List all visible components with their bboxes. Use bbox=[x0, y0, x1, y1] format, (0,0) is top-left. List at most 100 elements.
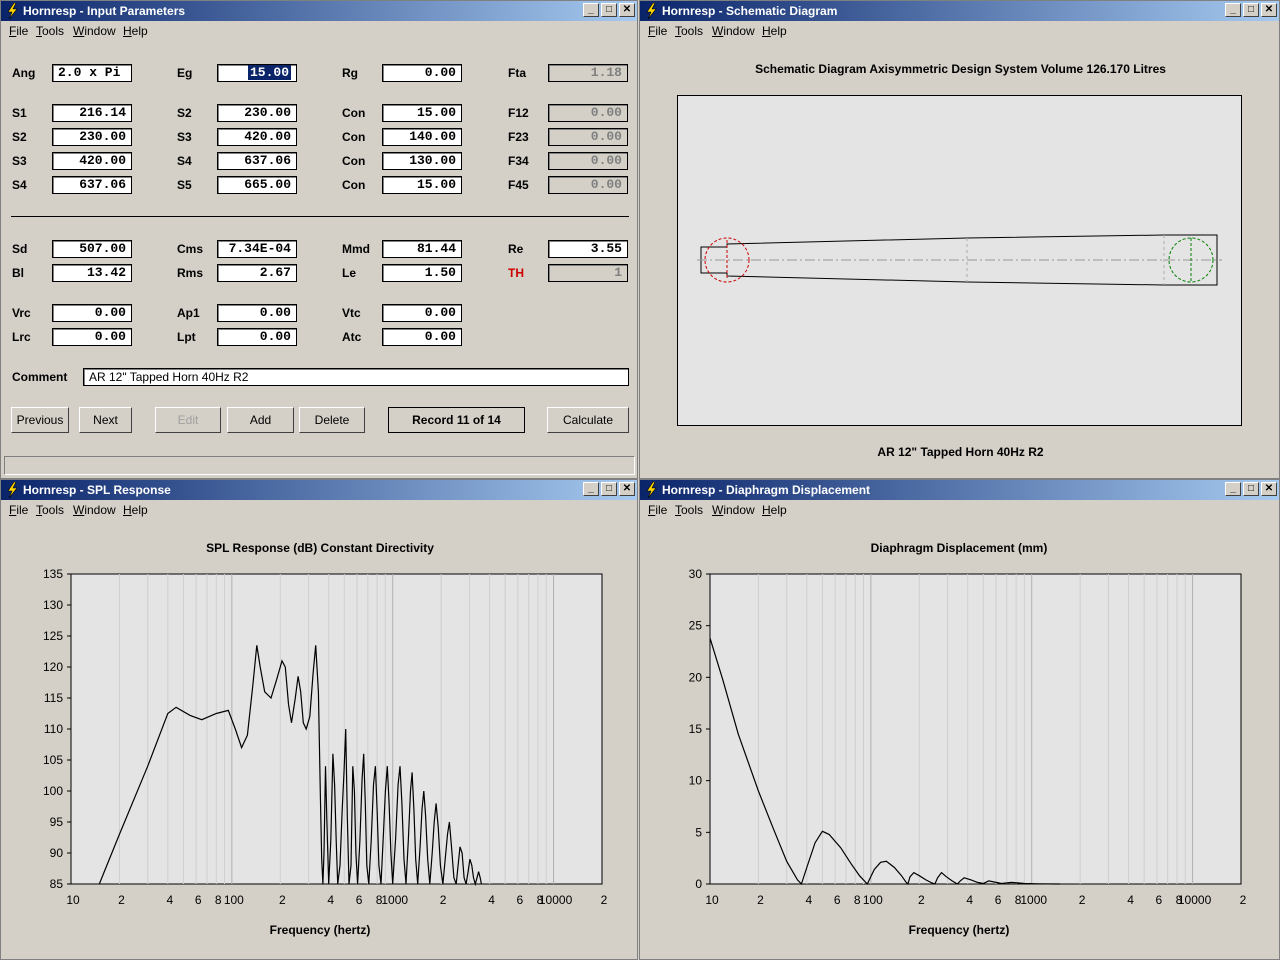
title-bar[interactable]: Hornresp - Input Parameters _ □ ✕ bbox=[1, 1, 637, 21]
calculate-button[interactable]: Calculate bbox=[547, 407, 629, 433]
param-field[interactable]: 1.18 bbox=[548, 64, 628, 82]
x-tick-label: 6 bbox=[995, 893, 1002, 907]
param-field[interactable]: 81.44 bbox=[382, 240, 462, 258]
menu-help[interactable]: Help bbox=[123, 24, 148, 38]
param-value: 230.00 bbox=[244, 105, 291, 120]
param-field[interactable]: 15.00 bbox=[382, 176, 462, 194]
param-field[interactable]: 2.0 x Pi bbox=[52, 64, 132, 82]
param-label: Sd bbox=[12, 242, 28, 256]
param-field[interactable]: 0.00 bbox=[548, 128, 628, 146]
add-button[interactable]: Add bbox=[227, 407, 294, 433]
param-value: 637.06 bbox=[244, 153, 291, 168]
param-field[interactable]: 15.00 bbox=[217, 64, 297, 82]
next-button[interactable]: Next bbox=[79, 407, 132, 433]
param-value: 130.00 bbox=[409, 153, 456, 168]
param-field[interactable]: 230.00 bbox=[52, 128, 132, 146]
param-label: Ap1 bbox=[177, 306, 200, 320]
param-field[interactable]: 0.00 bbox=[382, 64, 462, 82]
input-parameters-window: Hornresp - Input Parameters _ □ ✕ File T… bbox=[0, 0, 638, 479]
param-label: Bl bbox=[12, 266, 24, 280]
param-field[interactable]: 130.00 bbox=[382, 152, 462, 170]
x-tick-label: 4 bbox=[167, 893, 174, 907]
edit-button[interactable]: Edit bbox=[155, 407, 221, 433]
x-tick-label: 2 bbox=[757, 893, 764, 907]
param-value: 15.00 bbox=[247, 65, 291, 80]
y-tick-label: 85 bbox=[50, 877, 64, 891]
lightning-icon bbox=[646, 3, 657, 19]
menu-window[interactable]: Window bbox=[712, 24, 755, 38]
param-field[interactable]: 420.00 bbox=[52, 152, 132, 170]
menu-file[interactable]: File bbox=[648, 24, 667, 38]
param-label: Con bbox=[342, 178, 366, 192]
x-tick-label: 10 bbox=[66, 893, 80, 907]
maximize-button[interactable]: □ bbox=[1243, 3, 1259, 17]
param-field[interactable]: 13.42 bbox=[52, 264, 132, 282]
x-tick-label: 2 bbox=[1079, 893, 1086, 907]
param-label: F45 bbox=[508, 178, 529, 192]
param-field[interactable]: 637.06 bbox=[52, 176, 132, 194]
param-label: S4 bbox=[177, 154, 192, 168]
param-field[interactable]: 507.00 bbox=[52, 240, 132, 258]
close-button[interactable]: ✕ bbox=[619, 3, 635, 17]
param-field[interactable]: 0.00 bbox=[217, 328, 297, 346]
param-label: Cms bbox=[177, 242, 204, 256]
minimize-button[interactable]: _ bbox=[1225, 3, 1241, 17]
param-label: Rg bbox=[342, 66, 358, 80]
param-value: 13.42 bbox=[86, 265, 126, 280]
param-field[interactable]: 0.00 bbox=[217, 304, 297, 322]
param-field[interactable]: 0.00 bbox=[52, 328, 132, 346]
maximize-button[interactable]: □ bbox=[601, 3, 617, 17]
param-field[interactable]: 1 bbox=[548, 264, 628, 282]
param-field[interactable]: 1.50 bbox=[382, 264, 462, 282]
param-field[interactable]: 0.00 bbox=[52, 304, 132, 322]
param-label: F12 bbox=[508, 106, 529, 120]
param-field[interactable]: 15.00 bbox=[382, 104, 462, 122]
schematic-window: Hornresp - Schematic Diagram _ □ ✕ File … bbox=[639, 0, 1280, 479]
param-field[interactable]: 637.06 bbox=[217, 152, 297, 170]
menu-tools[interactable]: Tools bbox=[36, 24, 64, 38]
param-field[interactable]: 7.34E-04 bbox=[217, 240, 297, 258]
y-tick-label: 0 bbox=[695, 877, 702, 891]
param-value: 420.00 bbox=[244, 129, 291, 144]
menu-file[interactable]: File bbox=[9, 24, 28, 38]
param-value: 2.0 x Pi bbox=[58, 65, 121, 80]
param-field[interactable]: 3.55 bbox=[548, 240, 628, 258]
param-label: Mmd bbox=[342, 242, 370, 256]
y-tick-label: 115 bbox=[44, 691, 63, 705]
param-label: Lrc bbox=[12, 330, 31, 344]
menu-window[interactable]: Window bbox=[73, 24, 116, 38]
param-field[interactable]: 0.00 bbox=[382, 328, 462, 346]
comment-field[interactable]: AR 12" Tapped Horn 40Hz R2 bbox=[83, 368, 629, 386]
param-field[interactable]: 230.00 bbox=[217, 104, 297, 122]
menu-tools[interactable]: Tools bbox=[675, 24, 703, 38]
param-field[interactable]: 140.00 bbox=[382, 128, 462, 146]
previous-button[interactable]: Previous bbox=[11, 407, 69, 433]
menu-help[interactable]: Help bbox=[762, 24, 787, 38]
param-field[interactable]: 665.00 bbox=[217, 176, 297, 194]
param-field[interactable]: 420.00 bbox=[217, 128, 297, 146]
schematic-caption: AR 12" Tapped Horn 40Hz R2 bbox=[877, 445, 1044, 459]
param-value: 140.00 bbox=[409, 129, 456, 144]
param-label: S2 bbox=[177, 106, 192, 120]
delete-button[interactable]: Delete bbox=[299, 407, 365, 433]
minimize-button[interactable]: _ bbox=[583, 3, 599, 17]
param-value: 3.55 bbox=[590, 241, 622, 256]
param-label: Re bbox=[508, 242, 524, 256]
param-field[interactable]: 0.00 bbox=[548, 176, 628, 194]
param-label: Eg bbox=[177, 66, 193, 80]
title-bar[interactable]: Hornresp - Schematic Diagram _ □ ✕ bbox=[640, 1, 1279, 21]
param-value: 1.18 bbox=[590, 65, 622, 80]
x-tick-label: 1000 bbox=[381, 893, 408, 907]
window-title: Hornresp - Input Parameters bbox=[23, 4, 186, 18]
param-field[interactable]: 2.67 bbox=[217, 264, 297, 282]
param-field[interactable]: 0.00 bbox=[548, 152, 628, 170]
x-tick-label: 8 bbox=[215, 893, 222, 907]
param-field[interactable]: 0.00 bbox=[548, 104, 628, 122]
param-field[interactable]: 0.00 bbox=[382, 304, 462, 322]
close-button[interactable]: ✕ bbox=[1261, 3, 1277, 17]
param-label: Fta bbox=[508, 66, 526, 80]
param-field[interactable]: 216.14 bbox=[52, 104, 132, 122]
y-tick-label: 5 bbox=[695, 825, 702, 839]
param-value: 1.50 bbox=[424, 265, 456, 280]
x-tick-label: 6 bbox=[1156, 893, 1163, 907]
